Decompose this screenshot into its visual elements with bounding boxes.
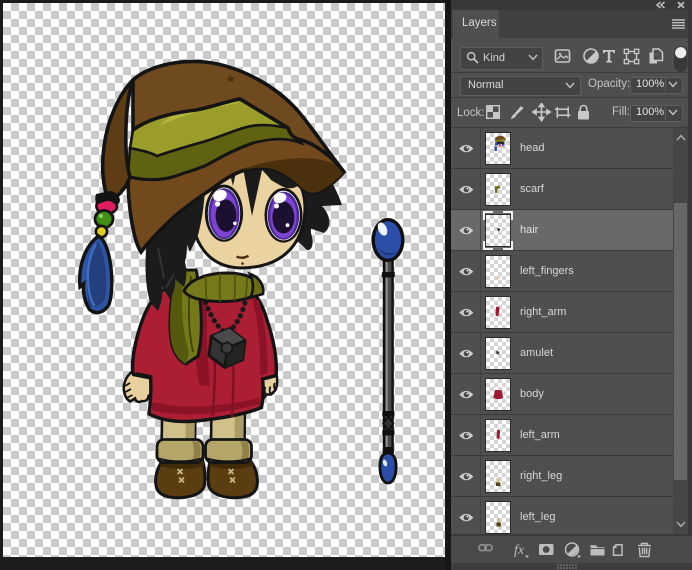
svg-text:fx: fx (514, 543, 525, 558)
